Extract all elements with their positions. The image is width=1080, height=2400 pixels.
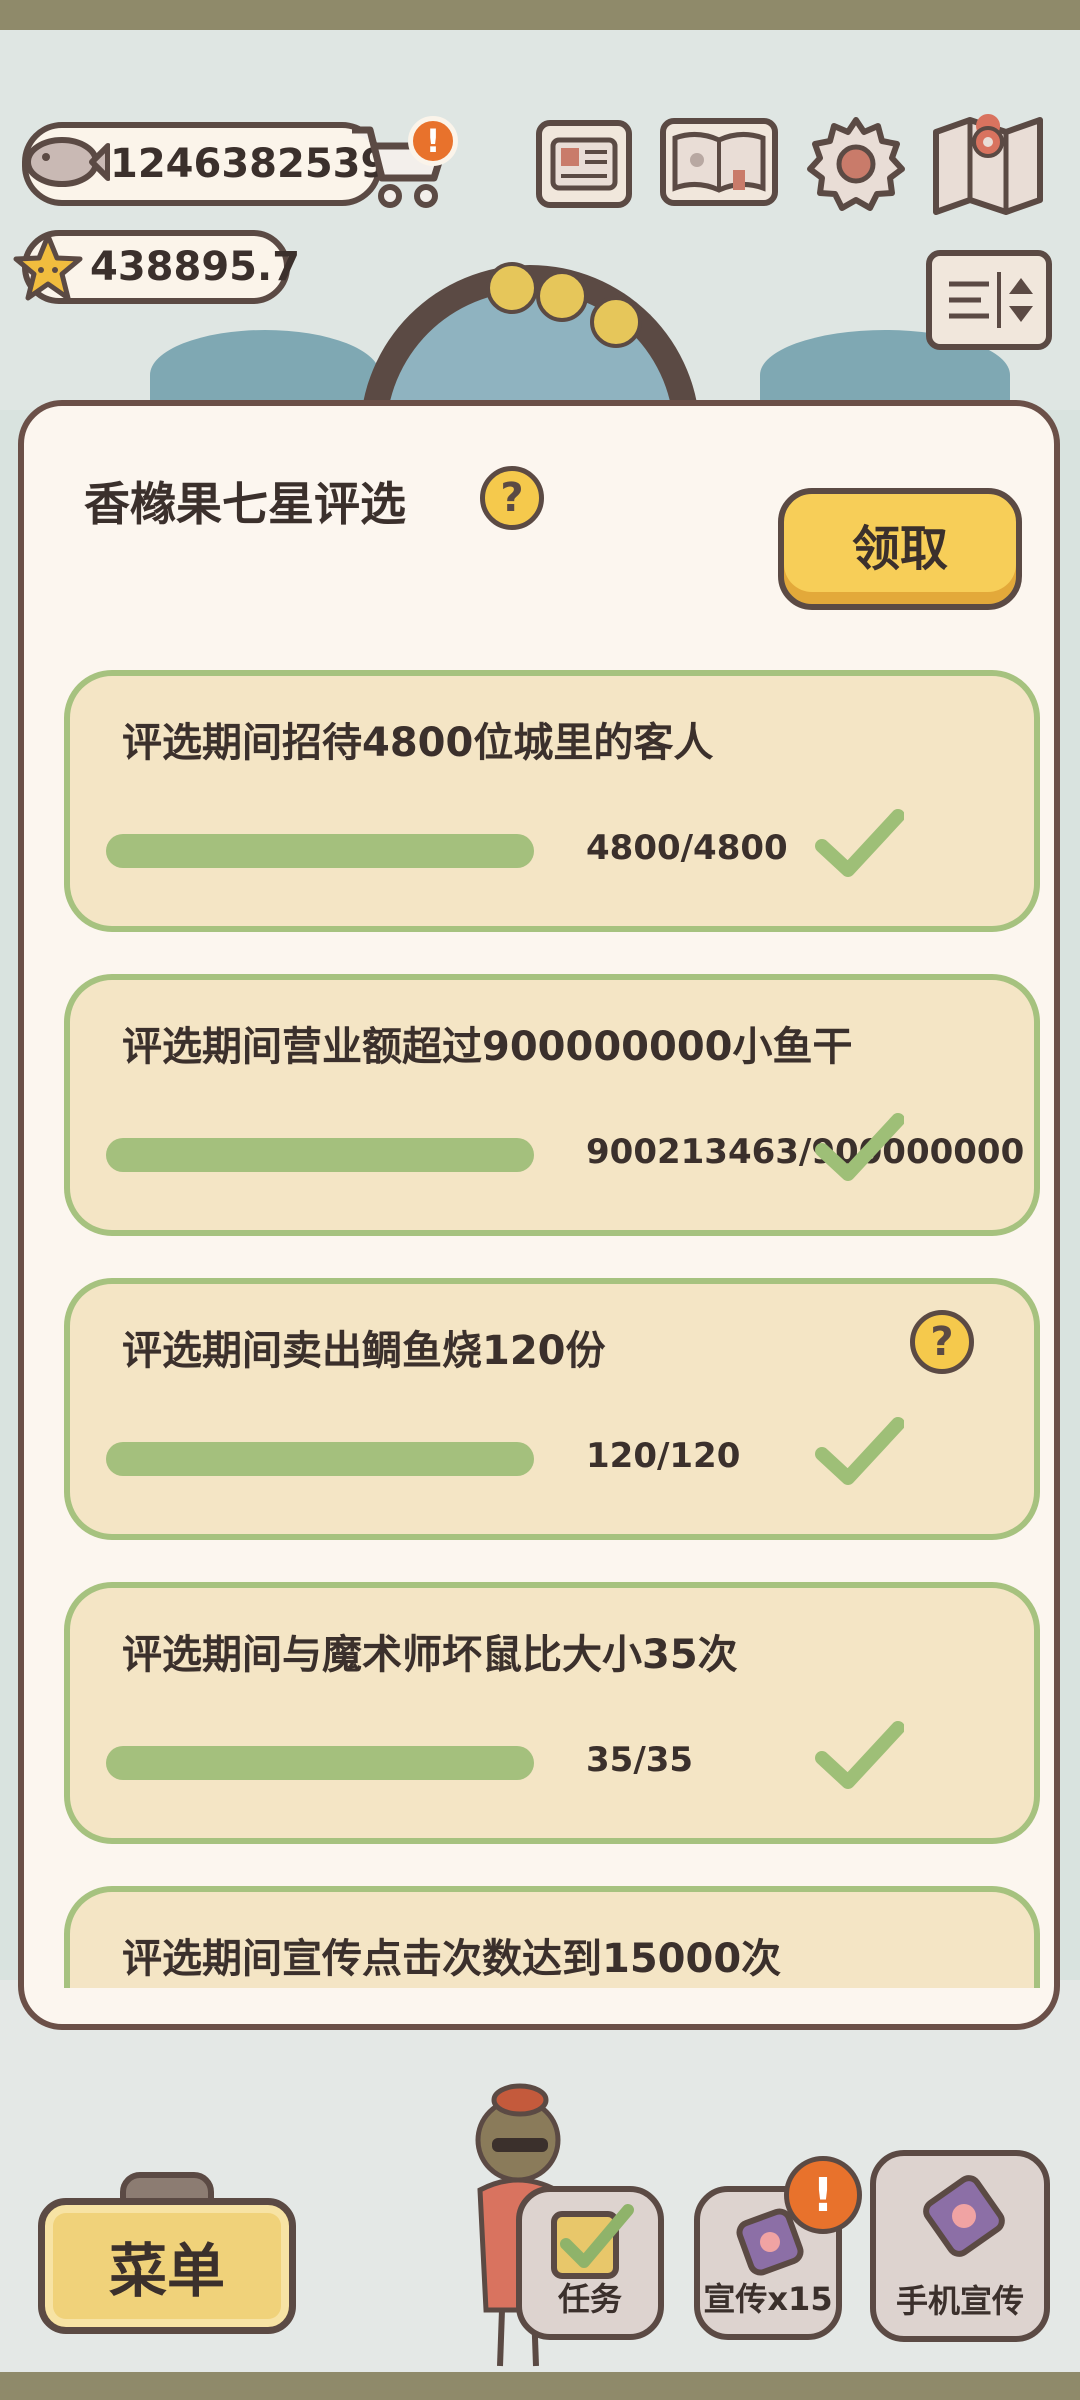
progress-text: 4800/4800 — [586, 828, 788, 868]
layout-toggle-icon — [949, 272, 1033, 328]
progress-text: 35/35 — [586, 1740, 694, 1780]
fish-icon — [25, 137, 110, 187]
task-title: 评选期间招待4800位城里的客人 — [122, 720, 714, 766]
checkmark-icon — [815, 1721, 904, 1789]
checkmark-icon — [815, 809, 904, 877]
progress-text: 900213463/900000000 — [586, 1132, 1025, 1172]
task-card: 评选期间与魔术师坏鼠比大小35次 35/35 — [64, 1582, 1040, 1844]
task-list[interactable]: 评选期间招待4800位城里的客人 4800/4800 评选期间营业额超过9000… — [64, 670, 1044, 1988]
modal-title: 香橼果七星评选 — [84, 477, 406, 531]
phone-promote-button-label: 手机宣传 — [895, 2282, 1024, 2320]
checkmark-icon — [815, 1113, 904, 1181]
cart-alert-badge: ! — [408, 116, 458, 166]
progress-text: 120/120 — [586, 1436, 741, 1476]
promote-button-label: 宣传x15 — [703, 2280, 833, 2318]
album-icon — [672, 132, 766, 193]
progress-fill — [106, 1138, 534, 1172]
promote-alert-badge: ! — [784, 2156, 862, 2234]
progress-fill — [106, 834, 534, 868]
menu-button[interactable]: 菜单 — [38, 2198, 296, 2334]
arch-flower — [590, 296, 642, 348]
title-help-button[interactable]: ? — [480, 466, 544, 530]
progress-bar — [106, 1746, 534, 1780]
bottom-strip — [0, 2372, 1080, 2400]
task-card: 评选期间招待4800位城里的客人 4800/4800 — [64, 670, 1040, 932]
checkmark-icon — [815, 1417, 904, 1485]
arch-flower — [486, 262, 538, 314]
map-button[interactable] — [930, 112, 1046, 216]
progress-fill — [106, 1746, 534, 1780]
album-button[interactable] — [660, 118, 778, 206]
star-count: 438895.7 — [90, 244, 301, 290]
progress-bar — [106, 1138, 534, 1172]
top-strip — [0, 0, 1080, 30]
arch-flower — [536, 270, 588, 322]
progress-bar — [106, 1442, 534, 1476]
task-button[interactable]: 任务 — [516, 2186, 664, 2340]
phone-promote-icon — [923, 2175, 1005, 2257]
task-title: 评选期间与魔术师坏鼠比大小35次 — [122, 1632, 738, 1678]
task-title: 评选期间卖出鲷鱼烧120份 — [122, 1328, 606, 1374]
task-card: 评选期间营业额超过900000000小鱼干 900213463/90000000… — [64, 974, 1040, 1236]
claim-button[interactable]: 领取 — [778, 488, 1022, 610]
task-button-label: 任务 — [557, 2280, 622, 2318]
task-card: 评选期间宣传点击次数达到15000次 — [64, 1886, 1040, 1988]
layout-toggle-button[interactable] — [926, 250, 1052, 350]
star-icon — [13, 233, 83, 301]
settings-icon — [807, 117, 905, 211]
newspaper-button[interactable] — [536, 120, 632, 208]
phone-promote-button[interactable]: 手机宣传 — [870, 2150, 1050, 2342]
newspaper-icon — [550, 137, 618, 191]
task-card: 评选期间卖出鲷鱼烧120份 ? 120/120 — [64, 1278, 1040, 1540]
map-icon — [933, 114, 1043, 215]
task-title: 评选期间宣传点击次数达到15000次 — [122, 1936, 782, 1982]
task-help-button[interactable]: ? — [910, 1310, 974, 1374]
progress-bar — [106, 834, 534, 868]
progress-fill — [106, 1442, 534, 1476]
selection-modal: 香橼果七星评选 ? 领取 评选期间招待4800位城里的客人 4800/4800 … — [18, 400, 1060, 2030]
task-title: 评选期间营业额超过900000000小鱼干 — [122, 1024, 853, 1070]
settings-button[interactable] — [806, 114, 906, 214]
